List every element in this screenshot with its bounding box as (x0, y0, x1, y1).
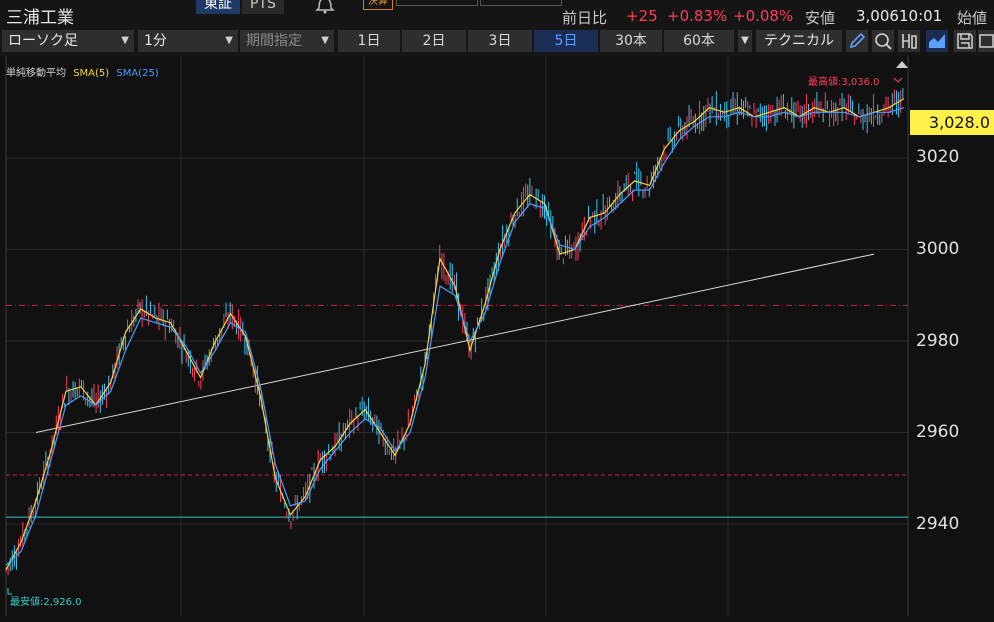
interval-value: 1分 (144, 33, 167, 49)
y-tick-label: 2980 (916, 331, 960, 351)
price-chart-svg (5, 56, 909, 616)
header-field[interactable] (480, 0, 562, 6)
earnings-badge: 決算 (363, 0, 393, 10)
low-label: 安値 (805, 9, 836, 27)
split-view-icon[interactable] (898, 30, 920, 52)
draw-pencil-icon[interactable] (846, 30, 868, 52)
range-button-60-bars[interactable]: 60本 (664, 30, 734, 52)
technical-button[interactable]: テクニカル (756, 30, 842, 52)
header-field[interactable] (396, 0, 478, 6)
legend-sma25: SMA(25) (116, 68, 159, 79)
legend-title: 単純移動平均 (6, 68, 66, 79)
area-chart-icon[interactable] (926, 30, 948, 52)
range-button-5d[interactable]: 5日 (534, 30, 598, 52)
dropdown-arrow-icon: ▼ (225, 35, 233, 46)
scroll-up-icon (896, 61, 908, 68)
range-button-1d[interactable]: 1日 (338, 30, 400, 52)
change-percent-secondary: +0.08% (733, 7, 794, 25)
stock-name: 三浦工業 (6, 8, 74, 28)
change-value: +25 (626, 7, 658, 25)
indicator-legend: 単純移動平均 SMA(5) SMA(25) (6, 64, 159, 79)
low-price-annotation: 最安値:2,926.0 (10, 597, 82, 608)
y-tick-label: 2940 (916, 514, 960, 534)
sma25-line (5, 107, 905, 566)
range-button-2d[interactable]: 2日 (402, 30, 466, 52)
header-bar: 三浦工業 東証 PTS 決算 前日比 +25 +0.83% +0.08% 安値 … (0, 0, 994, 28)
interval-select[interactable]: 1分 ▼ (138, 30, 238, 52)
chart-type-value: ローソク足 (8, 33, 78, 49)
bell-icon[interactable] (313, 0, 337, 14)
save-icon[interactable] (954, 30, 976, 52)
open-label: 始値 (957, 9, 988, 27)
trend-line (35, 253, 875, 433)
range-more-button[interactable]: ▼ (738, 30, 752, 52)
chart-type-select[interactable]: ローソク足 ▼ (2, 30, 134, 52)
dropdown-arrow-icon: ▼ (321, 35, 329, 46)
period-select[interactable]: 期間指定 ▼ (240, 30, 334, 52)
current-price-tag: 3,028.0 (910, 110, 994, 135)
range-button-30-bars[interactable]: 30本 (600, 30, 662, 52)
dropdown-arrow-icon: ▼ (121, 35, 129, 46)
period-value: 期間指定 (246, 33, 302, 49)
low-value: 3,006 (856, 7, 899, 25)
change-label: 前日比 (562, 9, 608, 27)
y-tick-label: 3000 (916, 239, 960, 259)
expand-icon[interactable] (978, 30, 994, 52)
y-tick-label: 3020 (916, 147, 960, 167)
tab-tse[interactable]: 東証 (196, 0, 240, 14)
price-time: 10:01 (899, 7, 943, 25)
y-tick-label: 2960 (916, 422, 960, 442)
range-button-3d[interactable]: 3日 (468, 30, 532, 52)
high-marker-icon (893, 77, 903, 83)
high-price-annotation: 最高値:3,036.0 (808, 77, 880, 88)
zoom-icon[interactable] (872, 30, 894, 52)
change-percent: +0.83% (667, 7, 728, 25)
legend-sma5: SMA(5) (73, 68, 110, 79)
chart-toolbar: ローソク足 ▼ 1分 ▼ 期間指定 ▼ 1日 2日 3日 5日 30本 60本 … (0, 28, 994, 56)
tab-pts[interactable]: PTS (242, 0, 284, 14)
sma5-line (5, 97, 905, 571)
price-chart[interactable] (0, 56, 994, 618)
